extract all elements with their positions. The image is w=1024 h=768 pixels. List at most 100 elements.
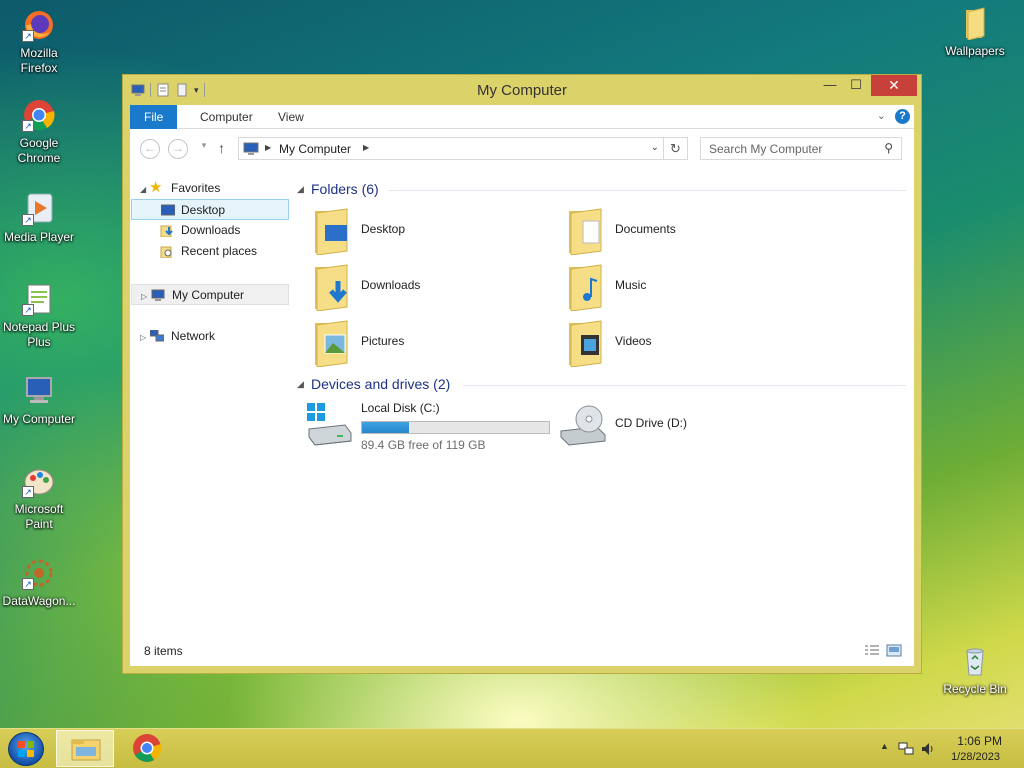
cd-drive-icon (560, 405, 606, 446)
nav-item-label: My Computer (172, 288, 245, 302)
local-disk-icon (307, 403, 352, 446)
nav-item-my-computer[interactable]: ▷ My Computer (131, 284, 289, 305)
devices-group-header[interactable]: Devices and drives (2) (311, 376, 450, 392)
desktop-icon-datawagon[interactable]: ↗ DataWagon... (1, 556, 77, 609)
collapse-arrow-icon[interactable]: ◢ (297, 184, 304, 195)
pictures-folder-icon (315, 320, 348, 367)
nav-item-desktop[interactable]: Desktop (131, 199, 289, 220)
desktop-icon-label: Media Player (3, 230, 75, 244)
videos-folder-icon (569, 320, 602, 367)
group-divider (463, 385, 906, 386)
minimize-button[interactable]: — (817, 75, 843, 96)
desktop-icon-firefox[interactable]: ↗ Mozilla Firefox (1, 8, 77, 76)
address-dropdown-icon[interactable]: ⌄ (651, 142, 659, 153)
nav-item-recent-places[interactable]: Recent places (130, 241, 288, 262)
breadcrumb-separator-icon[interactable]: ▶ (265, 143, 271, 152)
nav-item-favorites[interactable]: ◢ ★ Favorites (130, 178, 288, 199)
search-icon[interactable]: ⚲ (884, 141, 893, 155)
window-client: File Computer View ⌄ ? ← → ▼ ↑ ▶ My Comp… (130, 105, 914, 666)
refresh-button[interactable]: ↻ (663, 138, 687, 159)
desktop-icon-label: Google Chrome (17, 136, 61, 165)
large-icons-view-icon[interactable] (886, 644, 902, 657)
folder-label: Desktop (361, 222, 406, 236)
file-explorer-icon (71, 739, 101, 761)
folders-group-header[interactable]: Folders (6) (311, 181, 379, 197)
folder-desktop[interactable]: Desktop (301, 205, 541, 257)
recycle-bin-icon (958, 644, 992, 678)
desktop-icon-chrome[interactable]: ↗ Google Chrome (1, 98, 77, 166)
downloads-icon (160, 225, 173, 237)
nav-item-label: Desktop (181, 203, 226, 217)
content-pane: ◢ Folders (6) Desktop Documents Download… (293, 169, 914, 636)
clock-time[interactable]: 1:06 PM (957, 734, 1002, 748)
taskbar-chrome[interactable] (118, 730, 176, 767)
expand-arrow-icon[interactable]: ▷ (141, 286, 147, 307)
nav-item-label: Favorites (171, 181, 221, 195)
folder-downloads[interactable]: Downloads (301, 261, 541, 313)
desktop-icon-recycle-bin[interactable]: Recycle Bin (937, 644, 1013, 697)
start-button[interactable] (8, 732, 44, 766)
desktop-icon-label: Wallpapers (945, 44, 1005, 58)
breadcrumb-separator-icon[interactable]: ▶ (363, 143, 369, 152)
drive-usage-bar (361, 421, 550, 434)
folder-music[interactable]: Music (555, 261, 795, 313)
recent-locations-icon[interactable]: ▼ (200, 141, 208, 150)
collapse-arrow-icon[interactable]: ◢ (140, 179, 146, 200)
expand-ribbon-icon[interactable]: ⌄ (877, 109, 886, 122)
folder-label: Videos (615, 334, 652, 348)
close-button[interactable]: ✕ (871, 75, 917, 96)
star-icon: ★ (149, 179, 163, 196)
taskbar: ▲ 1:06 PM 1/28/2023 (0, 728, 1024, 768)
chrome-icon (133, 734, 162, 762)
tab-computer[interactable]: Computer (186, 105, 267, 129)
desktop-icon-my-computer[interactable]: My Computer (1, 374, 77, 427)
help-icon[interactable]: ? (895, 109, 910, 124)
title-bar[interactable]: ▾ My Computer — ☐ ✕ (123, 75, 921, 105)
nav-item-label: Downloads (181, 223, 241, 237)
up-button[interactable]: ↑ (218, 140, 225, 156)
expand-arrow-icon[interactable]: ▷ (140, 327, 146, 348)
folder-pictures[interactable]: Pictures (301, 317, 541, 369)
status-bar: 8 items (130, 636, 914, 666)
back-button[interactable]: ← (140, 139, 160, 159)
search-input[interactable]: Search My Computer (709, 142, 822, 156)
tab-file[interactable]: File (130, 105, 178, 129)
forward-button[interactable]: → (168, 139, 188, 159)
drive-cd-d[interactable]: CD Drive (D:) (555, 399, 795, 451)
tab-view[interactable]: View (264, 105, 318, 129)
address-text[interactable]: My Computer (279, 142, 351, 156)
recent-places-icon (160, 246, 172, 258)
collapse-arrow-icon[interactable]: ◢ (297, 379, 304, 390)
nav-item-label: Network (171, 329, 216, 343)
folder-documents[interactable]: Documents (555, 205, 795, 257)
desktop-icon-wallpapers[interactable]: Wallpapers (937, 6, 1013, 59)
show-hidden-icons-icon[interactable]: ▲ (880, 741, 889, 751)
desktop-icon-label: My Computer (2, 412, 76, 426)
folder-videos[interactable]: Videos (555, 317, 795, 369)
taskbar-file-explorer[interactable] (56, 730, 114, 767)
network-tray-icon[interactable] (898, 741, 914, 757)
clock-date[interactable]: 1/28/2023 (951, 751, 1000, 763)
folder-label: Music (615, 278, 647, 292)
desktop-icon-media-player[interactable]: ↗ Media Player (1, 192, 77, 245)
nav-item-downloads[interactable]: Downloads (130, 220, 288, 241)
folder-label: Documents (615, 222, 676, 236)
item-count: 8 items (144, 644, 183, 658)
details-view-icon[interactable] (864, 644, 880, 657)
network-icon (150, 330, 164, 342)
notepad-icon: ↗ (22, 282, 56, 316)
desktop-icon-paint[interactable]: ↗ Microsoft Paint (1, 464, 77, 532)
windows-logo-icon (18, 741, 34, 757)
maximize-button[interactable]: ☐ (843, 75, 869, 96)
chrome-icon: ↗ (22, 98, 56, 132)
nav-item-label: Recent places (181, 244, 258, 258)
firefox-icon: ↗ (22, 8, 56, 42)
nav-item-network[interactable]: ▷ Network (130, 326, 288, 347)
search-box[interactable]: Search My Computer ⚲ (700, 137, 902, 160)
address-bar[interactable]: ▶ My Computer ▶ ⌄ ↻ (238, 137, 688, 160)
desktop-icon-notepad[interactable]: ↗ Notepad Plus Plus (1, 282, 77, 350)
drive-local-disk-c[interactable]: Local Disk (C:) 89.4 GB free of 119 GB (301, 399, 551, 452)
folder-label: Downloads (361, 278, 421, 292)
volume-icon[interactable] (920, 741, 936, 757)
downloads-folder-icon (315, 264, 348, 311)
